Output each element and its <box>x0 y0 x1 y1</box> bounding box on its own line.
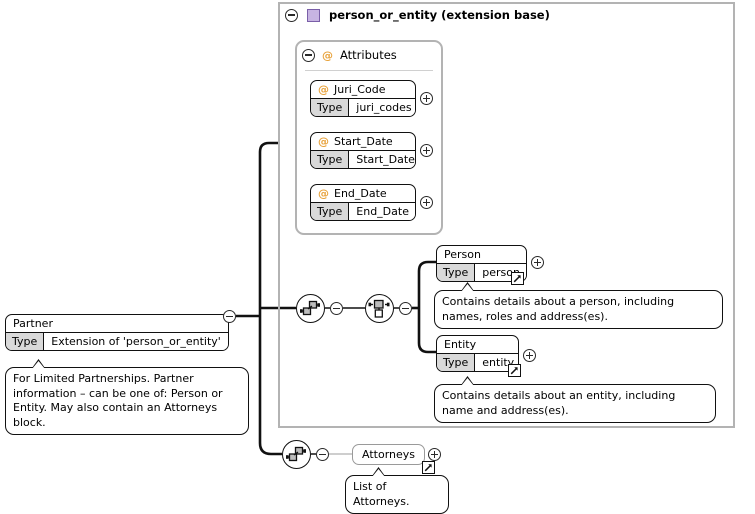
attribute-at-icon: @ <box>318 187 329 200</box>
attorneys-node[interactable]: Attorneys <box>352 444 425 465</box>
entity-node[interactable]: Entity Type entity <box>436 335 519 372</box>
entity-name-row: Entity <box>437 336 518 353</box>
annotation-text: Contains details about an entity, includ… <box>442 389 676 417</box>
attribute-at-icon: @ <box>322 48 333 62</box>
external-link-icon-entity[interactable] <box>508 364 521 377</box>
attorneys-name: Attorneys <box>362 448 415 461</box>
partner-name: Partner <box>13 317 53 330</box>
collapse-toggle-partner[interactable] <box>223 310 236 323</box>
sequence-compositor-icon[interactable] <box>296 294 325 323</box>
attribute-node-juri-code[interactable]: @ Juri_Code Type juri_codes <box>310 80 416 117</box>
attributes-group-label: Attributes <box>340 48 397 62</box>
person-name: Person <box>444 248 481 261</box>
expand-toggle-entity[interactable] <box>523 349 536 362</box>
annotation-text: List of Attorneys. <box>353 480 410 508</box>
attributes-group-header: @ Attributes <box>302 48 397 62</box>
attributes-header-divider <box>305 70 433 71</box>
complex-type-square-icon <box>307 8 320 22</box>
expand-toggle-attorneys[interactable] <box>428 448 441 461</box>
collapse-toggle-sequence-main[interactable] <box>330 302 343 315</box>
type-label: Type <box>311 203 350 220</box>
attribute-name: End_Date <box>334 187 387 200</box>
attribute-type-row: Type juri_codes <box>311 98 415 116</box>
collapse-toggle-extension-base[interactable] <box>285 8 298 22</box>
partner-name-row: Partner <box>6 315 228 332</box>
expand-toggle-end-date[interactable] <box>420 196 433 209</box>
type-value: Extension of 'person_or_entity' <box>44 333 228 350</box>
attribute-at-icon: @ <box>318 83 329 96</box>
attribute-type-row: Type Start_Date <box>311 150 415 168</box>
attribute-name: Juri_Code <box>334 83 386 96</box>
attribute-node-end-date[interactable]: @ End_Date Type End_Date <box>310 184 416 221</box>
type-value: End_Date <box>349 203 415 220</box>
collapse-toggle-sequence-attorneys[interactable] <box>316 448 329 461</box>
type-label: Type <box>6 333 45 350</box>
external-link-icon-attorneys[interactable] <box>422 461 435 474</box>
partner-annotation: For Limited Partnerships. Partner inform… <box>5 359 249 436</box>
type-label: Type <box>437 354 476 371</box>
type-value: Start_Date <box>349 151 415 168</box>
extension-base-title: person_or_entity (extension base) <box>329 8 550 22</box>
choice-compositor-icon[interactable] <box>365 294 394 323</box>
attribute-name-row: @ End_Date <box>311 185 415 202</box>
type-label: Type <box>311 99 350 116</box>
attribute-name-row: @ Juri_Code <box>311 81 415 98</box>
schema-diagram-canvas: person_or_entity (extension base) @ Attr… <box>0 0 755 514</box>
expand-toggle-juri-code[interactable] <box>420 92 433 105</box>
sequence-compositor-icon-attorneys[interactable] <box>282 440 311 469</box>
person-name-row: Person <box>437 246 526 263</box>
extension-base-header: person_or_entity (extension base) <box>285 8 550 22</box>
annotation-text: For Limited Partnerships. Partner inform… <box>13 372 223 429</box>
expand-toggle-person[interactable] <box>531 256 544 269</box>
external-link-icon-person[interactable] <box>511 272 524 285</box>
type-label: Type <box>311 151 350 168</box>
partner-node[interactable]: Partner Type Extension of 'person_or_ent… <box>5 314 229 351</box>
entity-annotation: Contains details about an entity, includ… <box>434 376 716 424</box>
collapse-toggle-attributes[interactable] <box>302 48 315 62</box>
attribute-name: Start_Date <box>334 135 393 148</box>
attorneys-annotation: List of Attorneys. <box>345 467 449 514</box>
person-annotation: Contains details about a person, includi… <box>434 282 723 330</box>
attorneys-name-row: Attorneys <box>353 445 424 464</box>
entity-name: Entity <box>444 338 477 351</box>
attribute-type-row: Type End_Date <box>311 202 415 220</box>
type-label: Type <box>437 264 476 281</box>
collapse-toggle-choice[interactable] <box>399 302 412 315</box>
partner-type-row: Type Extension of 'person_or_entity' <box>6 332 228 350</box>
entity-type-row: Type entity <box>437 353 518 371</box>
attribute-at-icon: @ <box>318 135 329 148</box>
annotation-text: Contains details about a person, includi… <box>442 295 675 323</box>
attribute-node-start-date[interactable]: @ Start_Date Type Start_Date <box>310 132 416 169</box>
type-value: juri_codes <box>349 99 415 116</box>
attribute-name-row: @ Start_Date <box>311 133 415 150</box>
expand-toggle-start-date[interactable] <box>420 144 433 157</box>
